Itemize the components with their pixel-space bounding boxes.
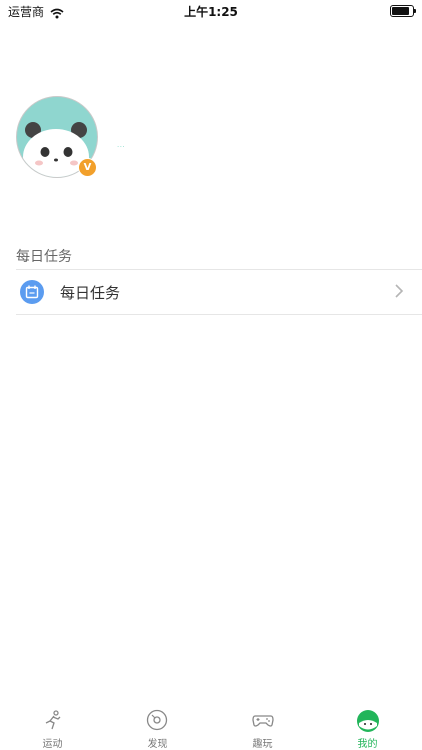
tab-play[interactable]: 趣玩 (210, 700, 315, 750)
chevron-right-icon (394, 282, 404, 304)
running-icon (45, 710, 61, 730)
tab-sport[interactable]: 运动 (0, 700, 105, 750)
tab-label: 发现 (147, 739, 168, 750)
tab-label: 运动 (42, 739, 63, 750)
profile-face-icon (357, 710, 379, 732)
calendar-icon (20, 280, 44, 304)
section-title: 每日任务 (16, 249, 72, 265)
tab-discover[interactable]: 发现 (105, 700, 210, 750)
vip-badge: V (78, 158, 97, 177)
status-bar: 运营商 上午1:25 (0, 0, 422, 22)
divider (16, 314, 422, 315)
discover-icon (146, 709, 168, 731)
tab-label: 趣玩 (252, 739, 273, 750)
battery-icon (390, 5, 416, 17)
daily-task-row[interactable]: 每日任务 (16, 270, 422, 314)
status-time: 上午1:25 (184, 5, 238, 19)
task-label: 每日任务 (60, 284, 121, 302)
gamepad-icon (252, 715, 274, 727)
tab-label: 我的 (357, 739, 378, 750)
nickname[interactable]: ··· (117, 143, 125, 151)
tab-bar: 运动 发现 趣玩 我的 (0, 700, 422, 750)
tab-mine[interactable]: 我的 (315, 700, 420, 750)
